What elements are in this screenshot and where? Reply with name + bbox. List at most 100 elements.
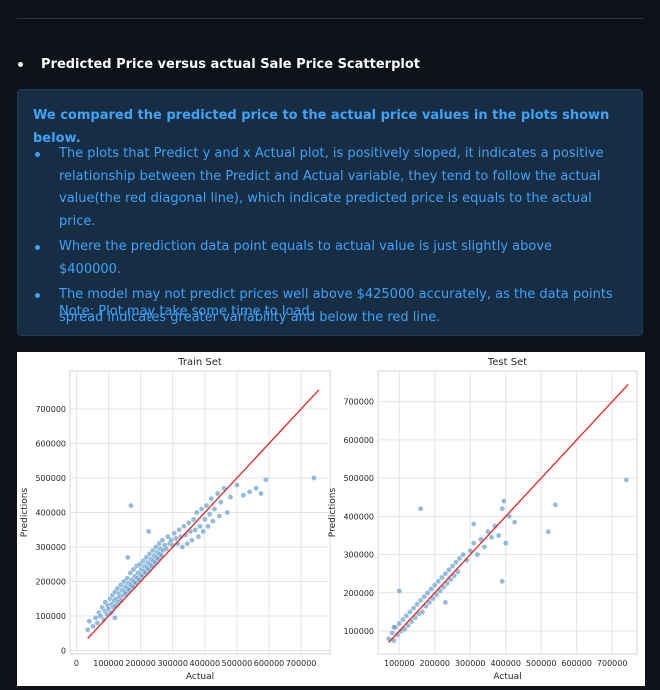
- y-tick-label: 600000: [35, 439, 66, 448]
- data-point: [488, 534, 495, 541]
- data-point: [190, 516, 197, 523]
- data-point: [193, 509, 200, 516]
- data-point: [184, 540, 190, 547]
- data-point: [481, 544, 488, 550]
- x-tick-label: 600000: [254, 659, 285, 668]
- list-item-text: The plots that Predict y and x Actual pl…: [59, 146, 604, 229]
- data-point: [234, 482, 240, 488]
- data-point: [545, 528, 552, 535]
- y-tick-label: 200000: [35, 578, 66, 587]
- data-point: [124, 554, 131, 561]
- x-axis-label: Actual: [493, 672, 521, 682]
- scatter-panel-1: 0 100000 200000 300000 400000 500000 600000 700…: [20, 357, 331, 682]
- data-point: [224, 509, 231, 516]
- data-point: [171, 530, 178, 537]
- list-item: The plots that Predict y and x Actual pl…: [33, 143, 618, 233]
- x-tick-label: 500000: [526, 659, 557, 668]
- bullet-icon: [35, 152, 40, 157]
- data-point: [192, 526, 198, 533]
- data-point: [197, 523, 203, 530]
- data-point: [501, 498, 507, 504]
- data-point: [181, 523, 187, 530]
- data-point: [163, 545, 170, 552]
- y-tick-label: 400000: [343, 512, 374, 521]
- data-point: [90, 623, 96, 630]
- data-point: [92, 614, 99, 621]
- data-point: [211, 506, 218, 512]
- data-point: [389, 630, 395, 636]
- y-tick-label: 600000: [343, 436, 374, 445]
- x-tick-label: 700000: [597, 659, 628, 668]
- x-tick-label: 500000: [222, 659, 253, 668]
- x-tick-label: 100000: [93, 659, 124, 668]
- x-tick-label: 100000: [384, 659, 415, 668]
- data-point: [205, 523, 211, 530]
- data-point: [128, 502, 134, 509]
- data-point: [210, 518, 216, 524]
- y-tick-label: 700000: [35, 405, 66, 414]
- bullet-icon: [35, 293, 40, 298]
- data-point: [198, 506, 205, 512]
- list-item-text: Where the prediction data point equals t…: [59, 239, 553, 277]
- data-point: [460, 551, 466, 558]
- y-axis-label: Predictions: [20, 487, 30, 537]
- data-point: [159, 537, 166, 543]
- data-point: [511, 519, 518, 525]
- scatterplot-svg: 0 100000 200000 300000 400000 500000 600000 700…: [20, 357, 638, 682]
- data-point: [552, 502, 559, 508]
- x-tick-label: 300000: [157, 659, 188, 668]
- chart-title: Test Set: [487, 357, 527, 368]
- data-point: [391, 624, 397, 631]
- chart-title: Train Set: [177, 357, 222, 368]
- y-tick-label: 400000: [35, 509, 66, 518]
- bullet-icon: [18, 61, 23, 67]
- y-tick-label: 500000: [343, 474, 374, 483]
- data-point: [240, 492, 247, 499]
- data-point: [84, 627, 91, 633]
- data-point: [94, 620, 101, 626]
- x-tick-label: 200000: [419, 659, 450, 668]
- x-tick-label: 700000: [286, 659, 317, 668]
- y-tick-label: 100000: [343, 627, 374, 636]
- data-point: [474, 551, 481, 558]
- y-tick-label: 300000: [35, 543, 66, 552]
- data-point: [502, 540, 509, 546]
- data-point: [258, 490, 264, 497]
- y-tick-label: 300000: [343, 551, 374, 560]
- data-point: [202, 516, 208, 523]
- data-point: [417, 505, 424, 512]
- data-point: [499, 505, 505, 512]
- data-point: [311, 475, 317, 481]
- data-point: [246, 488, 253, 495]
- data-point: [200, 528, 207, 535]
- data-point: [185, 520, 192, 526]
- y-tick-label: 700000: [343, 398, 374, 407]
- data-point: [470, 521, 477, 527]
- info-note: Note: Plot may take some time to load.: [59, 304, 314, 319]
- data-point: [419, 609, 426, 615]
- data-point: [168, 537, 174, 543]
- x-tick-label: 0: [74, 659, 79, 668]
- data-point: [214, 490, 221, 497]
- list-item: Where the prediction data point equals t…: [33, 236, 618, 281]
- y-tick-label: 500000: [35, 474, 66, 483]
- info-callout: We compared the predicted price to the a…: [17, 89, 643, 336]
- data-point: [173, 535, 179, 542]
- data-point: [218, 499, 224, 505]
- data-point: [176, 526, 182, 533]
- data-point: [189, 537, 195, 543]
- x-tick-label: 200000: [125, 659, 156, 668]
- y-tick-label: 100000: [35, 612, 66, 621]
- x-tick-label: 400000: [490, 659, 521, 668]
- data-point: [206, 511, 213, 518]
- y-tick-label: 0: [61, 647, 66, 656]
- data-point: [396, 588, 403, 594]
- scatterplot-figure: 0 100000 200000 300000 400000 500000 600000 700…: [17, 352, 645, 686]
- data-point: [623, 477, 630, 483]
- data-point: [208, 495, 215, 502]
- data-point: [179, 544, 186, 550]
- data-point: [86, 618, 93, 625]
- section-heading-text: Predicted Price versus actual Sale Price…: [41, 56, 420, 72]
- data-point: [442, 599, 449, 606]
- bullet-icon: [35, 245, 40, 250]
